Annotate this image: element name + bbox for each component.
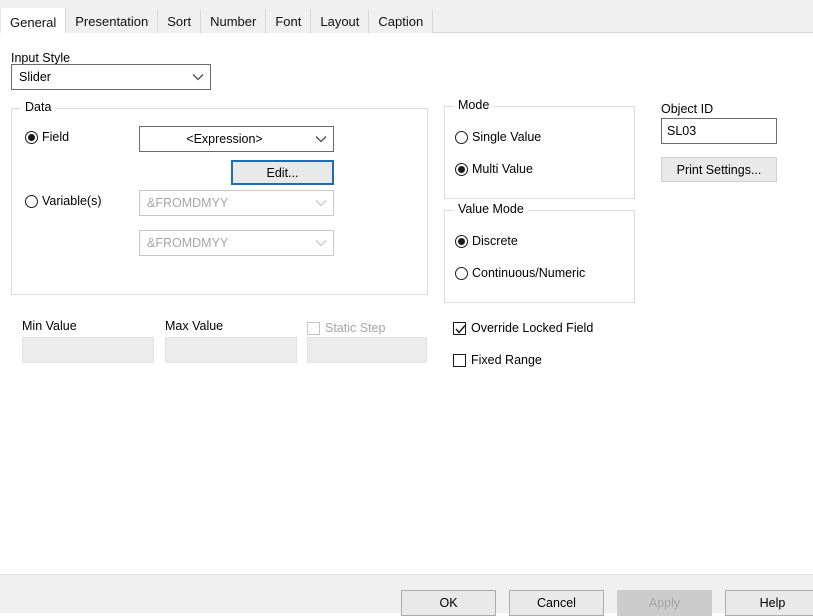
edit-button-label: Edit... bbox=[266, 165, 299, 180]
radio-multi-value[interactable]: Multi Value bbox=[455, 162, 533, 176]
radio-discrete-dot bbox=[455, 234, 468, 248]
help-button[interactable]: Help bbox=[725, 590, 813, 616]
radio-discrete[interactable]: Discrete bbox=[455, 234, 518, 248]
radio-single-value-label: Single Value bbox=[472, 130, 542, 144]
tab-font[interactable]: Font bbox=[266, 9, 312, 33]
min-value-input[interactable] bbox=[22, 337, 154, 363]
radio-variables-label: Variable(s) bbox=[42, 194, 102, 208]
tab-caption[interactable]: Caption bbox=[369, 9, 434, 33]
object-id-value: SL03 bbox=[667, 124, 697, 138]
ok-button-label: OK bbox=[439, 596, 458, 610]
radio-variables-dot bbox=[25, 194, 38, 208]
field-expression-value: <Expression> bbox=[186, 132, 263, 146]
radio-single-value[interactable]: Single Value bbox=[455, 130, 541, 144]
tab-general-label: General bbox=[10, 15, 57, 30]
general-tab-panel: Input Style Slider Data Field <Expressio… bbox=[0, 33, 813, 574]
tab-caption-label: Caption bbox=[378, 13, 424, 29]
checkbox-static-step-box bbox=[307, 321, 320, 335]
chevron-down-icon bbox=[186, 73, 210, 81]
mode-group-title: Mode bbox=[454, 98, 494, 112]
value-mode-group: Value Mode Discrete Continuous/Numeric bbox=[444, 202, 635, 303]
radio-field[interactable]: Field bbox=[25, 130, 69, 144]
tab-sort-label: Sort bbox=[167, 13, 192, 29]
variable-2-select[interactable]: &FROMDMYY bbox=[139, 230, 334, 256]
apply-button-label: Apply bbox=[648, 596, 681, 610]
tab-presentation[interactable]: Presentation bbox=[66, 9, 159, 33]
tab-font-label: Font bbox=[275, 13, 302, 29]
checkbox-override-locked-field[interactable]: Override Locked Field bbox=[453, 321, 593, 335]
ok-button[interactable]: OK bbox=[401, 590, 496, 616]
print-settings-button[interactable]: Print Settings... bbox=[661, 157, 777, 182]
checkbox-static-step-label: Static Step bbox=[325, 321, 386, 335]
radio-continuous-numeric[interactable]: Continuous/Numeric bbox=[455, 266, 585, 280]
radio-multi-value-dot bbox=[455, 162, 468, 176]
field-expression-select[interactable]: <Expression> bbox=[139, 126, 334, 152]
max-value-input[interactable] bbox=[165, 337, 297, 363]
tab-general[interactable]: General bbox=[0, 8, 67, 33]
chevron-down-icon bbox=[309, 239, 333, 247]
value-mode-group-title: Value Mode bbox=[454, 202, 528, 216]
data-group-title: Data bbox=[21, 100, 56, 114]
static-step-input[interactable] bbox=[307, 337, 427, 363]
radio-single-value-dot bbox=[455, 130, 468, 144]
tab-layout-label: Layout bbox=[320, 13, 360, 29]
radio-field-label: Field bbox=[42, 130, 70, 144]
checkbox-override-locked-field-label: Override Locked Field bbox=[471, 321, 594, 335]
radio-discrete-label: Discrete bbox=[472, 234, 518, 248]
input-style-label: Input Style bbox=[11, 51, 71, 65]
data-group: Data Field <Expression> Edit... Variable… bbox=[11, 100, 428, 295]
tab-number[interactable]: Number bbox=[201, 9, 267, 33]
checkbox-fixed-range-label: Fixed Range bbox=[471, 353, 542, 367]
tab-number-label: Number bbox=[210, 13, 257, 29]
apply-button: Apply bbox=[617, 590, 712, 616]
tab-presentation-label: Presentation bbox=[75, 13, 149, 29]
variable-1-select[interactable]: &FROMDMYY bbox=[139, 190, 334, 216]
help-button-label: Help bbox=[759, 596, 786, 610]
radio-multi-value-label: Multi Value bbox=[472, 162, 533, 176]
radio-continuous-numeric-dot bbox=[455, 266, 468, 280]
max-value-label: Max Value bbox=[165, 319, 224, 333]
tab-layout[interactable]: Layout bbox=[311, 9, 370, 33]
dialog-footer: OK Cancel Apply Help bbox=[0, 574, 813, 616]
radio-continuous-numeric-label: Continuous/Numeric bbox=[472, 266, 586, 280]
chevron-down-icon bbox=[309, 199, 333, 207]
input-style-value: Slider bbox=[19, 70, 51, 84]
tab-sort[interactable]: Sort bbox=[158, 9, 202, 33]
min-value-label: Min Value bbox=[22, 319, 77, 333]
checkbox-fixed-range[interactable]: Fixed Range bbox=[453, 353, 542, 367]
variable-1-value: &FROMDMYY bbox=[147, 196, 229, 210]
tab-strip: General Presentation Sort Number Font La… bbox=[0, 0, 813, 33]
radio-variables[interactable]: Variable(s) bbox=[25, 194, 102, 208]
input-style-select[interactable]: Slider bbox=[11, 64, 211, 90]
cancel-button-label: Cancel bbox=[537, 596, 576, 610]
checkbox-override-locked-field-box bbox=[453, 321, 466, 335]
chevron-down-icon bbox=[309, 135, 333, 143]
object-id-input[interactable]: SL03 bbox=[661, 118, 777, 144]
edit-button[interactable]: Edit... bbox=[231, 160, 334, 185]
checkbox-fixed-range-box bbox=[453, 353, 466, 367]
tab-list: General Presentation Sort Number Font La… bbox=[0, 8, 434, 33]
variable-2-value: &FROMDMYY bbox=[147, 236, 229, 250]
checkmark-icon bbox=[455, 324, 466, 334]
radio-field-dot bbox=[25, 130, 38, 144]
checkbox-static-step[interactable]: Static Step bbox=[307, 321, 385, 335]
print-settings-button-label: Print Settings... bbox=[676, 162, 762, 177]
mode-group: Mode Single Value Multi Value bbox=[444, 98, 635, 199]
object-id-label: Object ID bbox=[661, 102, 714, 116]
cancel-button[interactable]: Cancel bbox=[509, 590, 604, 616]
